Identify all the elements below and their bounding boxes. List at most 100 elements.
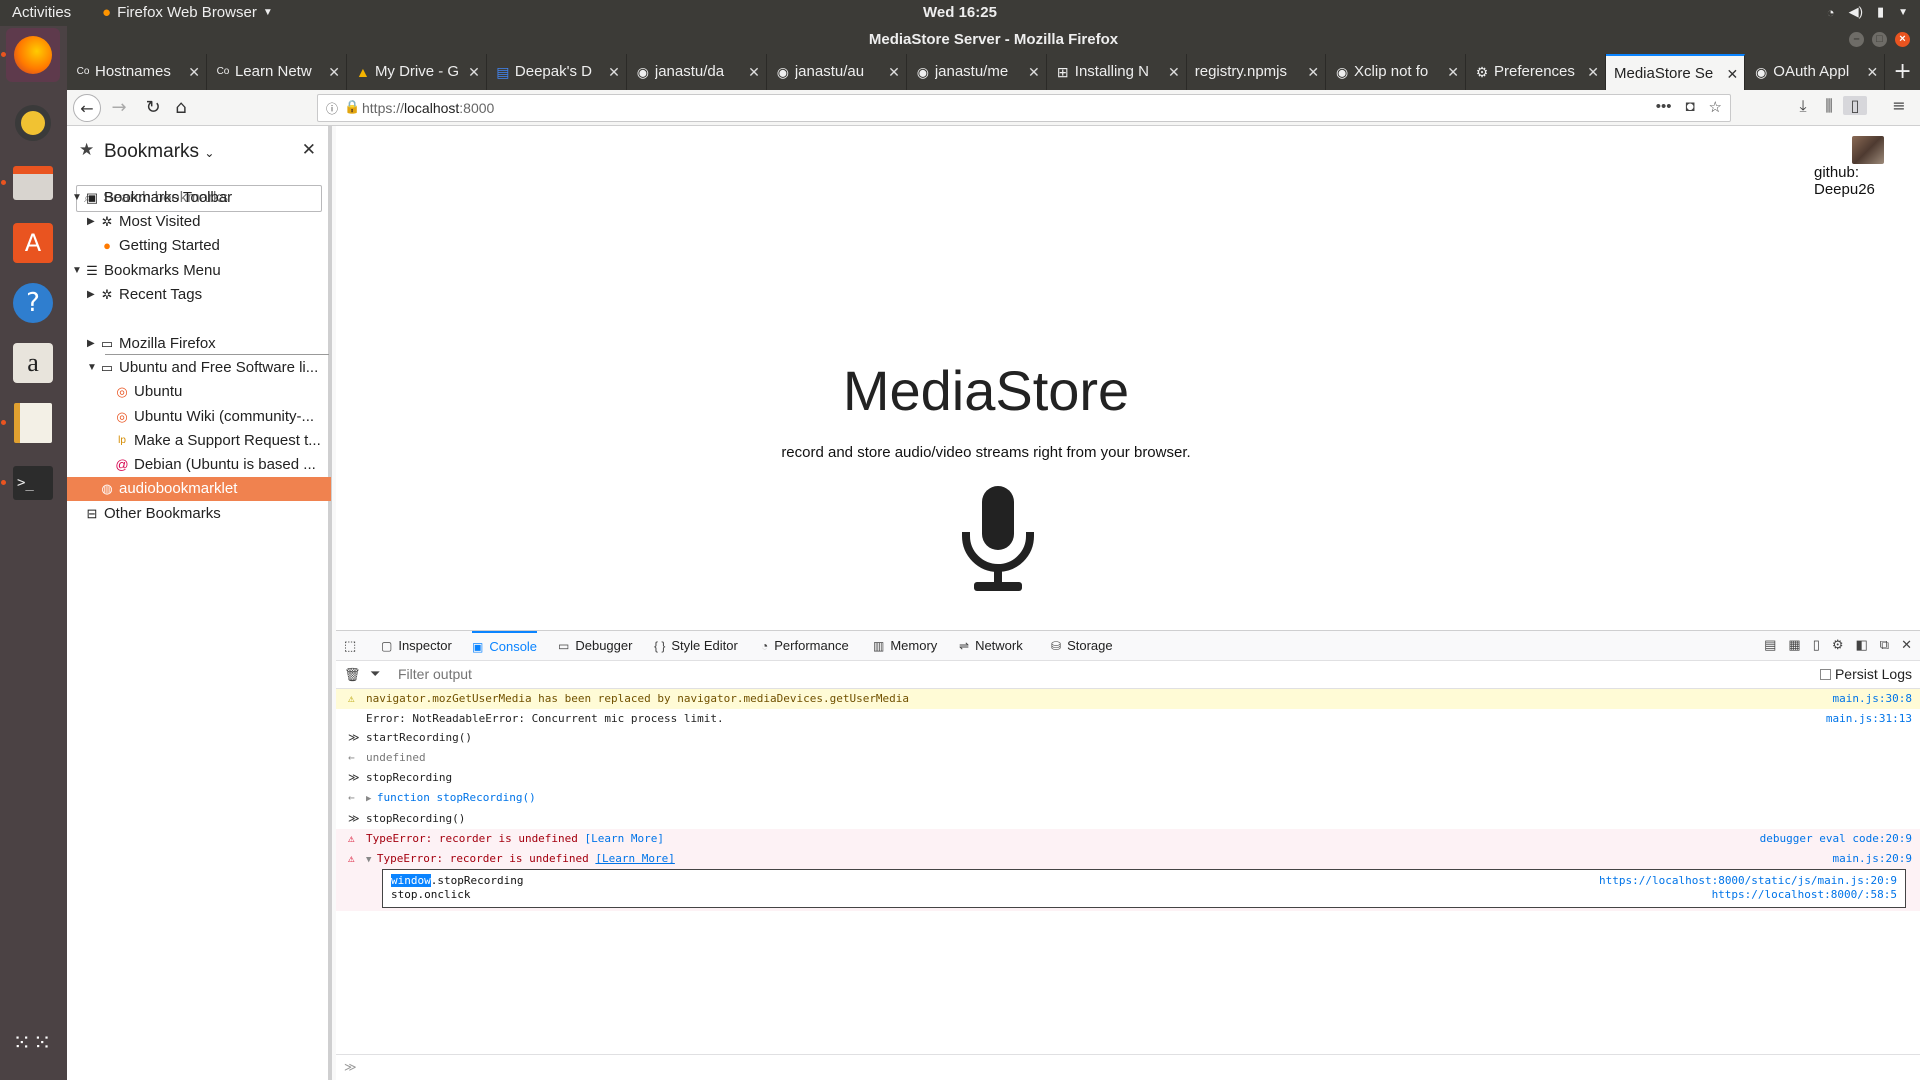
tab-8[interactable]: registry.npmjs ✕ bbox=[1187, 54, 1327, 90]
settings-gear-icon[interactable]: ⚙ bbox=[1832, 637, 1844, 653]
source-location-link[interactable]: main.js:31:13 bbox=[1826, 709, 1912, 729]
devtools-tab-inspector[interactable]: ▢ Inspector bbox=[381, 631, 452, 661]
pocket-icon[interactable]: ◘ bbox=[1685, 98, 1694, 116]
library-icon[interactable]: ⫼ bbox=[1817, 96, 1841, 116]
close-tab-icon[interactable]: ✕ bbox=[608, 54, 620, 90]
launcher-rhythmbox[interactable] bbox=[6, 96, 60, 150]
tab-12[interactable]: ◉ OAuth Appl ✕ bbox=[1745, 54, 1886, 90]
twisty-open-icon[interactable]: ▶ bbox=[366, 794, 377, 804]
twisty-closed-icon[interactable]: ▶ bbox=[87, 283, 95, 307]
maximize-button[interactable]: □ bbox=[1872, 32, 1887, 47]
microphone-icon[interactable] bbox=[958, 486, 1038, 595]
launcher-amazon[interactable]: a bbox=[6, 336, 60, 390]
close-tab-icon[interactable]: ✕ bbox=[328, 54, 340, 90]
close-tab-icon[interactable]: ✕ bbox=[888, 54, 900, 90]
close-devtools-icon[interactable]: ✕ bbox=[1901, 637, 1912, 653]
launcher-terminal[interactable]: >_ bbox=[6, 456, 60, 510]
element-picker-icon[interactable]: ⬚ bbox=[344, 631, 356, 661]
sidebar-toggle-icon[interactable]: ▯ bbox=[1843, 96, 1867, 115]
close-tab-icon[interactable]: ✕ bbox=[1028, 54, 1040, 90]
launcher-files[interactable] bbox=[6, 156, 60, 210]
learn-more-link[interactable]: [Learn More] bbox=[595, 852, 674, 865]
console-message[interactable]: ⚠ TypeError: recorder is undefined [Learn… bbox=[336, 829, 1920, 849]
tab-11[interactable]: MediaStore Se ✕ bbox=[1605, 54, 1746, 90]
tab-6[interactable]: ◉ janastu/me ✕ bbox=[907, 54, 1047, 90]
stack-frame[interactable]: stop.onclick bbox=[391, 888, 470, 902]
launcher-text-editor[interactable] bbox=[6, 396, 60, 450]
twisty-open-icon[interactable]: ▼ bbox=[72, 186, 82, 210]
responsive-mode-icon[interactable]: ▯ bbox=[1813, 637, 1820, 653]
close-tab-icon[interactable]: ✕ bbox=[1168, 54, 1180, 90]
reload-button[interactable]: ↻ bbox=[139, 94, 167, 122]
devtools-tab-console[interactable]: ▣ Console bbox=[472, 631, 538, 661]
twisty-open-icon[interactable]: ▼ bbox=[72, 259, 82, 283]
bookmark-tree-item[interactable]: ⊟ Other Bookmarks bbox=[67, 502, 331, 526]
tab-2[interactable]: ▲ My Drive - G ✕ bbox=[347, 54, 487, 90]
close-tab-icon[interactable]: ✕ bbox=[188, 54, 200, 90]
clear-console-icon[interactable]: 🗑 bbox=[344, 667, 361, 683]
bookmark-tree-item[interactable]: ▼ ▣ Bookmarks Toolbar bbox=[67, 186, 331, 210]
back-button[interactable]: ← bbox=[73, 94, 101, 122]
devtools-tab-network[interactable]: ⇌ Network bbox=[959, 631, 1023, 661]
devtools-tab-style-editor[interactable]: { } Style Editor bbox=[654, 631, 738, 661]
bookmark-tree-item[interactable]: ▶ ✲ Recent Tags bbox=[67, 283, 331, 307]
bookmark-tree-item[interactable]: lp Make a Support Request t... bbox=[67, 429, 331, 453]
console-message[interactable]: ⚠ ▼ TypeError: recorder is undefined [Lea… bbox=[336, 849, 1920, 869]
twisty-closed-icon[interactable]: ▶ bbox=[87, 332, 95, 356]
close-tab-icon[interactable]: ✕ bbox=[1727, 56, 1739, 90]
tab-4[interactable]: ◉ janastu/da ✕ bbox=[627, 54, 767, 90]
sidebar-header[interactable]: ★ Bookmarks ⌄ ✕ bbox=[67, 126, 328, 176]
forward-button[interactable]: → bbox=[105, 94, 133, 122]
persist-logs-checkbox[interactable]: Persist Logs bbox=[1819, 666, 1912, 682]
devtools-tab-memory[interactable]: ▥ Memory bbox=[873, 631, 937, 661]
console-message[interactable]: ≫ stopRecording() bbox=[336, 809, 1920, 829]
sidebar-title[interactable]: Bookmarks ⌄ bbox=[104, 141, 214, 163]
twisty-closed-icon[interactable]: ▶ bbox=[87, 210, 95, 234]
new-tab-button[interactable]: + bbox=[1885, 54, 1920, 90]
bookmark-star-icon[interactable]: ☆ bbox=[1709, 98, 1722, 116]
close-tab-icon[interactable]: ✕ bbox=[748, 54, 760, 90]
tab-0[interactable]: Co Hostnames ✕ bbox=[67, 54, 207, 90]
close-button[interactable]: × bbox=[1895, 32, 1910, 47]
clock[interactable]: Wed 16:25 bbox=[0, 4, 1920, 21]
source-location-link[interactable]: debugger eval code:20:9 bbox=[1760, 829, 1912, 849]
learn-more-link[interactable]: [Learn More] bbox=[585, 832, 664, 845]
console-message[interactable]: ≫ startRecording() bbox=[336, 728, 1920, 748]
stack-frame-location-link[interactable]: https://localhost:8000/static/js/main.js… bbox=[1599, 874, 1897, 888]
tab-10[interactable]: ⚙ Preferences ✕ bbox=[1466, 54, 1606, 90]
close-sidebar-icon[interactable]: ✕ bbox=[302, 140, 316, 160]
page-actions-icon[interactable]: ••• bbox=[1656, 98, 1672, 116]
source-location-link[interactable]: main.js:30:8 bbox=[1833, 689, 1912, 709]
bookmark-tree-item[interactable]: @ Debian (Ubuntu is based ... bbox=[67, 453, 331, 477]
console-message[interactable]: ← ▶ function stopRecording() bbox=[336, 788, 1920, 808]
dock-side-icon[interactable]: ◧ bbox=[1856, 637, 1868, 653]
console-message[interactable]: ⚠ navigator.mozGetUserMedia has been repl… bbox=[336, 689, 1920, 709]
hamburger-menu-icon[interactable]: ≡ bbox=[1887, 96, 1911, 115]
url-text[interactable]: https://localhost:8000 bbox=[362, 100, 494, 116]
tab-5[interactable]: ◉ janastu/au ✕ bbox=[767, 54, 907, 90]
avatar[interactable] bbox=[1852, 136, 1884, 164]
url-bar[interactable]: ⓘ 🔒 https://localhost:8000 ••• ◘ ☆ bbox=[317, 94, 1731, 122]
close-tab-icon[interactable]: ✕ bbox=[468, 54, 480, 90]
minimize-button[interactable]: – bbox=[1849, 32, 1864, 47]
source-location-link[interactable]: main.js:20:9 bbox=[1833, 849, 1912, 869]
bookmark-tree-item[interactable]: ◍ audiobookmarklet bbox=[67, 477, 331, 501]
devtools-tab-storage[interactable]: ⛁ Storage bbox=[1051, 631, 1113, 661]
stack-frame[interactable]: window.stopRecording bbox=[391, 874, 523, 888]
bookmark-tree-item[interactable]: ▶ ▭ Mozilla Firefox bbox=[67, 332, 331, 356]
bookmark-tree-item[interactable]: ◎ Ubuntu bbox=[67, 380, 331, 404]
filter-output-input[interactable] bbox=[398, 666, 798, 682]
launcher-help[interactable]: ? bbox=[6, 276, 60, 330]
bookmark-tree-item[interactable]: ▼ ☰ Bookmarks Menu bbox=[67, 259, 331, 283]
twisty-open-icon[interactable]: ▼ bbox=[366, 855, 377, 865]
system-tray[interactable]: ◔ ◀) ▮ ▼ bbox=[1827, 4, 1908, 20]
frame-select-icon[interactable]: ▦ bbox=[1788, 637, 1800, 653]
twisty-open-icon[interactable]: ▼ bbox=[87, 356, 97, 380]
github-link[interactable]: github: Deepu26 bbox=[1814, 164, 1920, 198]
stack-frame-location-link[interactable]: https://localhost:8000/:58:5 bbox=[1712, 888, 1897, 902]
console-message[interactable]: ← undefined bbox=[336, 748, 1920, 768]
bookmark-tree-item[interactable]: ▼ ▭ Ubuntu and Free Software li... bbox=[67, 356, 331, 380]
home-button[interactable]: ⌂ bbox=[167, 94, 195, 122]
devtools-tab-debugger[interactable]: ▭ Debugger bbox=[558, 631, 632, 661]
launcher-software[interactable]: A bbox=[6, 216, 60, 270]
